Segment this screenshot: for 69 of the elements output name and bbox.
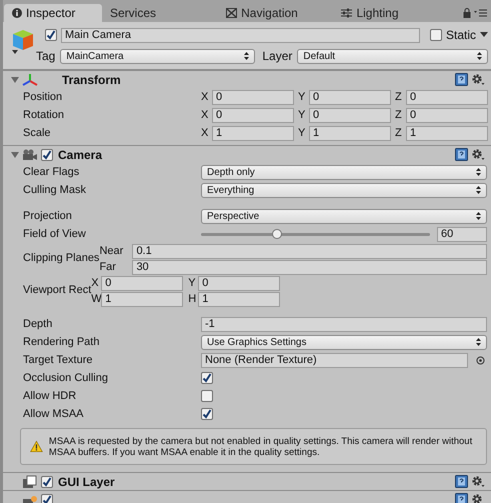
input-field[interactable]: 0 [309,108,391,122]
axis-label: X [201,108,210,123]
axis-label: X [201,126,210,141]
field-label: Y [188,276,197,291]
input-field[interactable]: 60 [437,226,487,242]
input-field[interactable]: 0 [406,108,488,122]
component-header[interactable]: GUI Layer [3,472,491,490]
field-label: X [91,276,100,289]
input-field[interactable]: 1 [101,292,184,306]
property-label: Viewport Rect [23,284,92,296]
input-field[interactable]: 0.1 [132,244,487,258]
dropdown[interactable]: Use Graphics Settings [201,334,487,350]
dropdown[interactable]: Perspective [201,208,487,224]
axis-label: Y [298,90,306,105]
component-header[interactable]: Camera [3,145,491,163]
input-field[interactable]: 1 [406,126,488,140]
property-label: Scale [23,126,52,141]
field-label: W [91,292,102,307]
layer-label: Layer [262,48,292,65]
warning-text: MSAA is requested by the camera but not enabled in quality settings. This camera will render without MSAA buffers. If you want MSAA enable it in the quality settings. [48,436,474,458]
axis-label: Z [395,126,403,141]
object-field[interactable]: None (Render Texture) [201,352,468,368]
tab[interactable]: Services [102,4,208,22]
dropdown[interactable]: Depth only [201,164,487,180]
tab[interactable]: Lighting [316,4,424,22]
dropdown[interactable]: Everything [201,182,487,198]
tab[interactable]: Inspector [4,4,102,22]
input-field[interactable]: 0 [406,90,488,104]
name-field[interactable]: Main Camera [61,28,420,42]
tag-dropdown[interactable]: MainCamera [60,48,256,64]
property-label: Position [23,90,64,105]
axis-label: Z [395,108,403,123]
property-label: Culling Mask [23,182,87,198]
field-label: Near [99,244,124,259]
property-label: Rotation [23,108,65,123]
input-field[interactable]: 0 [198,276,280,290]
input-field[interactable]: 1 [212,126,294,140]
axis-label: Y [298,126,306,141]
component-header[interactable]: Transform [3,70,491,88]
static-label: Static [446,27,476,44]
input-field[interactable]: 0 [212,90,294,104]
tag-label: Tag [36,48,56,65]
property-label: Allow MSAA [23,406,85,422]
property-label: Field of View [23,226,87,242]
property-label: Depth [23,316,54,332]
component-title: Camera [58,146,102,164]
property-label: Target Texture [23,352,94,368]
property-label: Rendering Path [23,334,100,350]
field-label: Far [99,260,117,275]
tab[interactable]: Navigation [208,4,316,22]
axis-label: Y [298,108,306,123]
input-field[interactable]: 1 [309,126,391,140]
input-field[interactable]: 0 [212,108,294,122]
axis-label: X [201,90,210,105]
input-field[interactable]: -1 [201,316,487,332]
component-title: GUI Layer [58,474,115,490]
field-label: H [188,292,198,307]
property-label: Occlusion Culling [23,370,109,386]
property-label: Allow HDR [23,388,78,404]
input-field[interactable]: 1 [198,292,280,306]
axis-label: Z [395,90,403,105]
component-title: Transform [62,72,121,88]
input-field[interactable]: 30 [132,260,487,274]
layer-dropdown[interactable]: Default [297,48,488,64]
property-label: Clipping Planes [23,252,100,264]
input-field[interactable]: 0 [101,276,184,290]
property-label: Clear Flags [23,164,80,180]
property-label: Projection [23,208,73,224]
input-field[interactable]: 0 [309,90,391,104]
